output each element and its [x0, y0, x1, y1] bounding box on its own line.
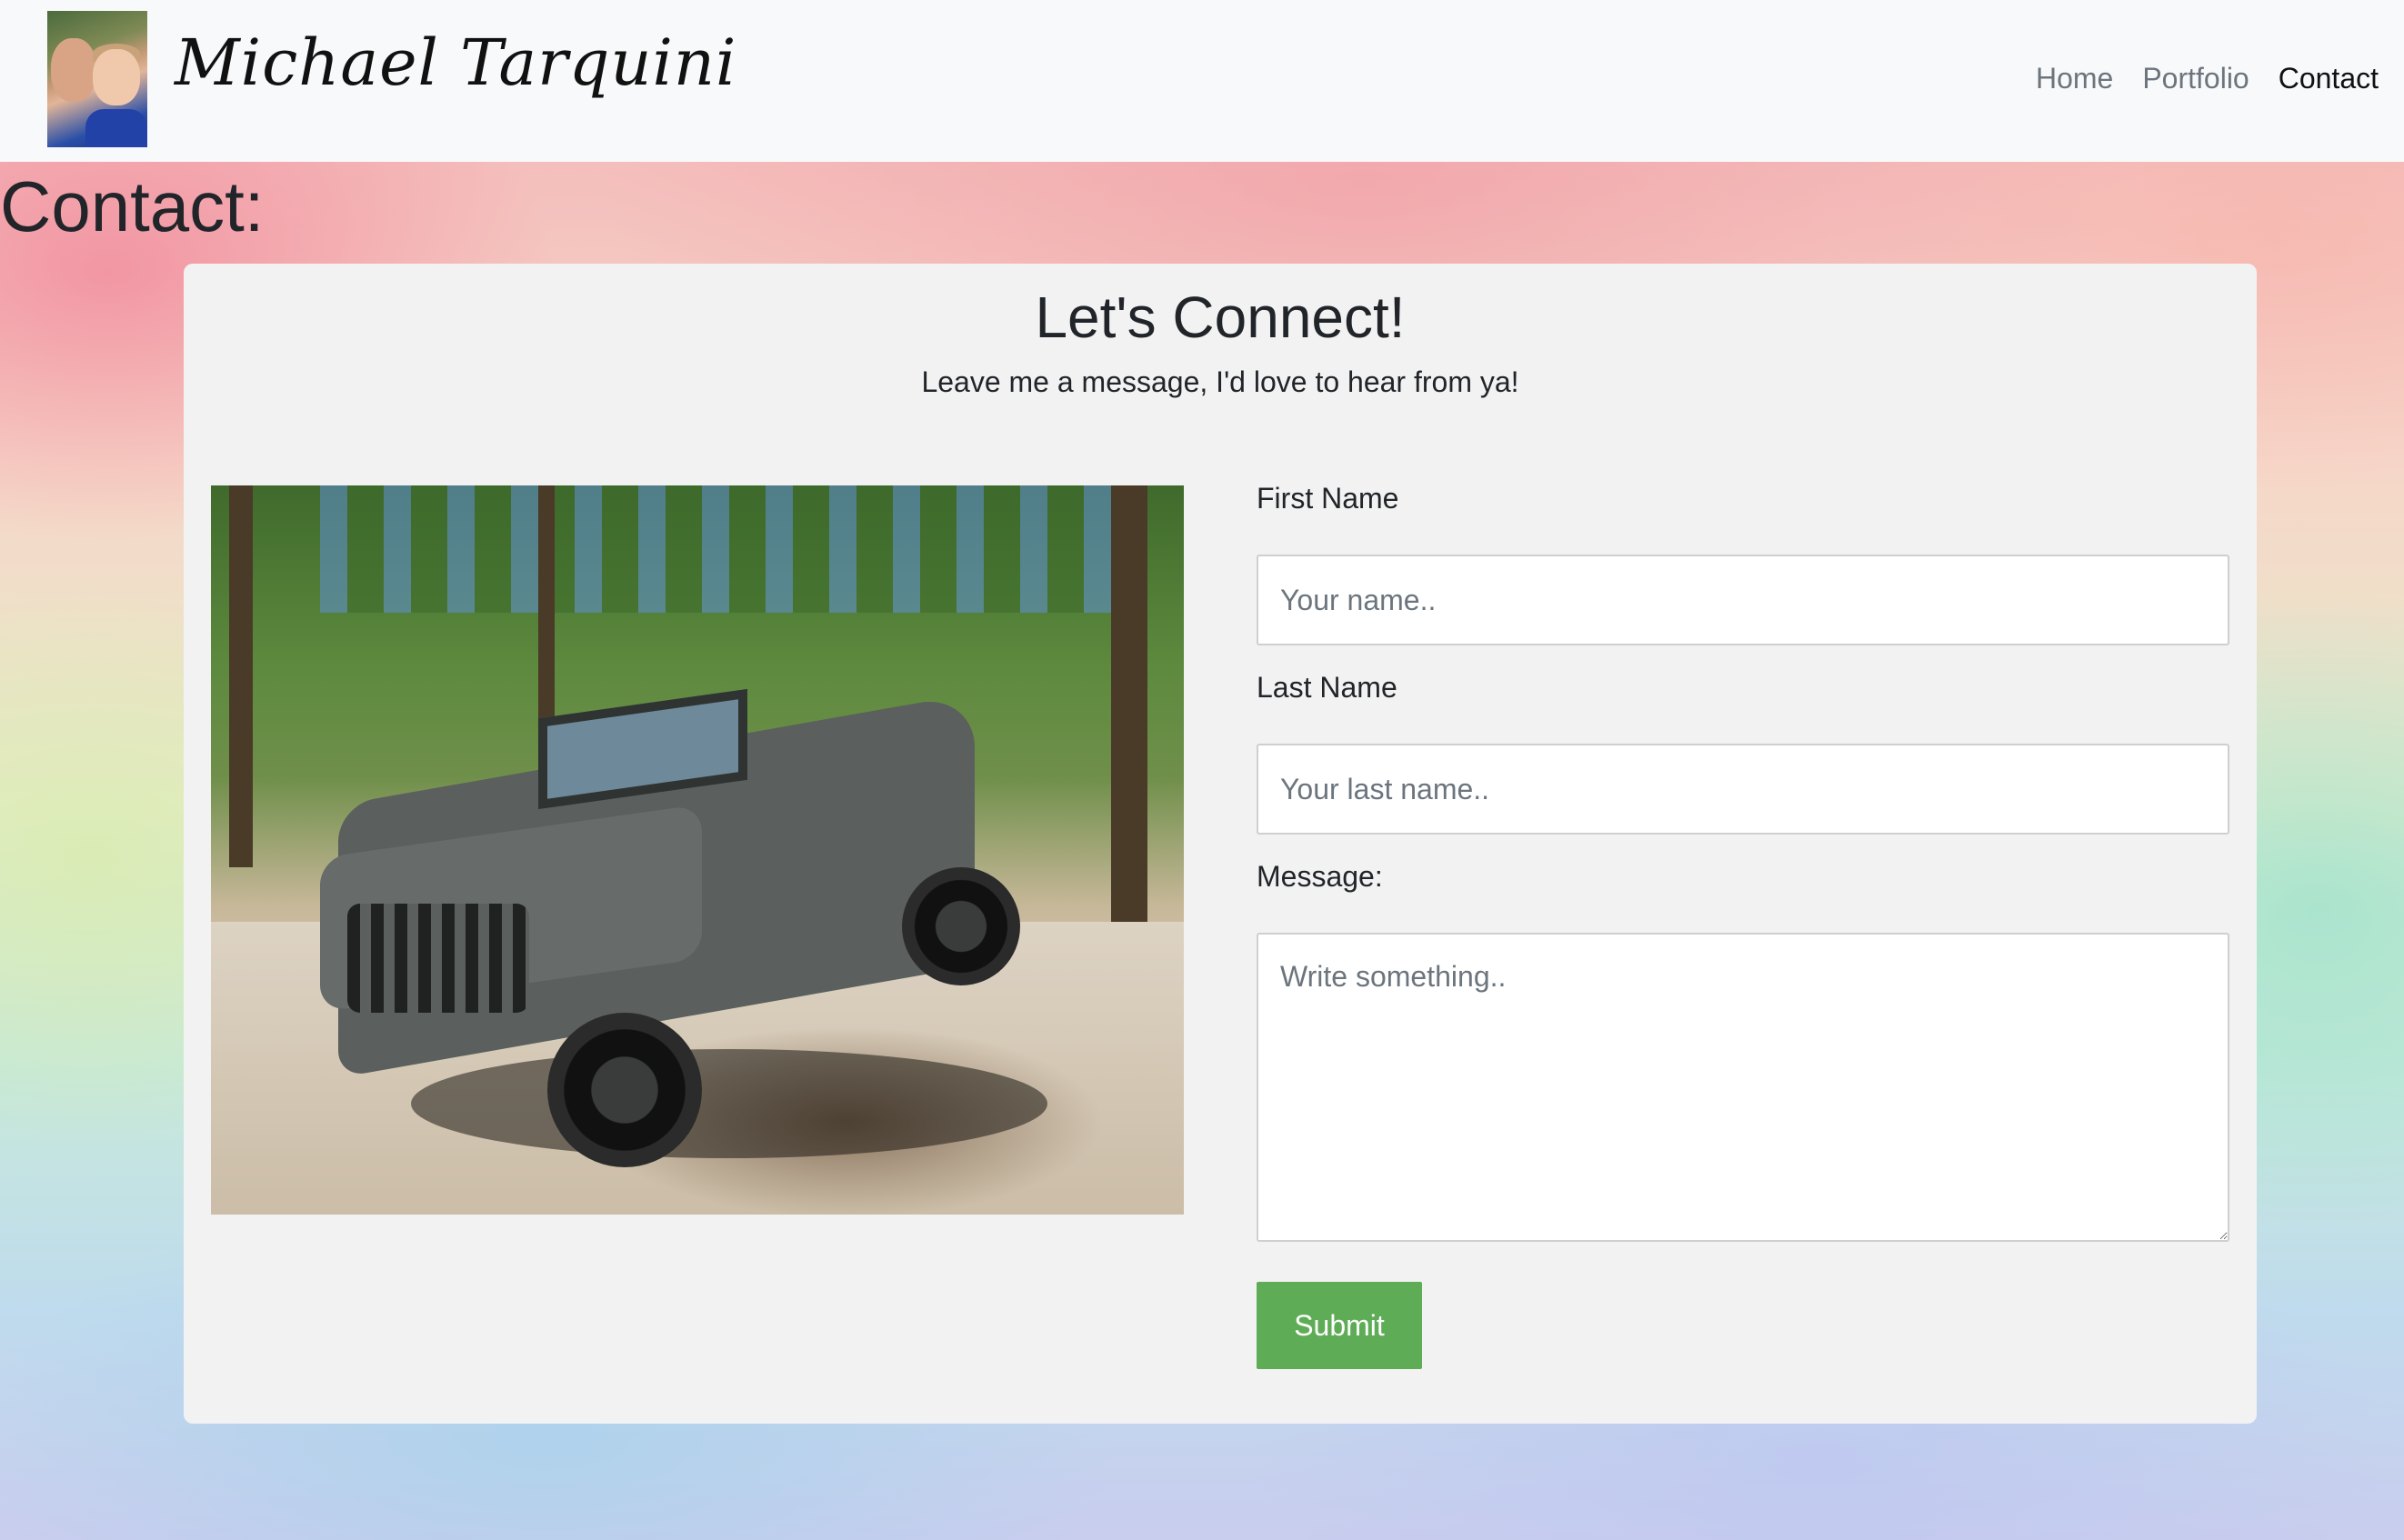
- submit-button[interactable]: Submit: [1257, 1282, 1422, 1369]
- message-textarea[interactable]: [1257, 933, 2229, 1242]
- last-name-label: Last Name: [1257, 671, 1397, 704]
- jeep-photo: [211, 485, 1184, 1215]
- nav-link-contact[interactable]: Contact: [2279, 62, 2379, 95]
- page-title: Contact:: [0, 166, 265, 246]
- first-name-label: First Name: [1257, 482, 1399, 515]
- brand-avatar-photo[interactable]: [47, 11, 147, 147]
- first-name-input[interactable]: [1257, 555, 2229, 645]
- last-name-input[interactable]: [1257, 744, 2229, 835]
- navbar: Michael Tarquini Home Portfolio Contact: [0, 0, 2404, 162]
- message-label: Message:: [1257, 860, 1383, 893]
- nav-link-home[interactable]: Home: [2036, 62, 2113, 95]
- nav-links: Home Portfolio Contact: [2036, 62, 2379, 95]
- contact-card: Let's Connect! Leave me a message, I'd l…: [184, 264, 2257, 1424]
- card-subtitle: Leave me a message, I'd love to hear fro…: [921, 365, 1519, 398]
- nav-link-portfolio[interactable]: Portfolio: [2142, 62, 2249, 95]
- card-title: Let's Connect!: [1035, 285, 1406, 350]
- brand-name[interactable]: Michael Tarquini: [175, 25, 736, 100]
